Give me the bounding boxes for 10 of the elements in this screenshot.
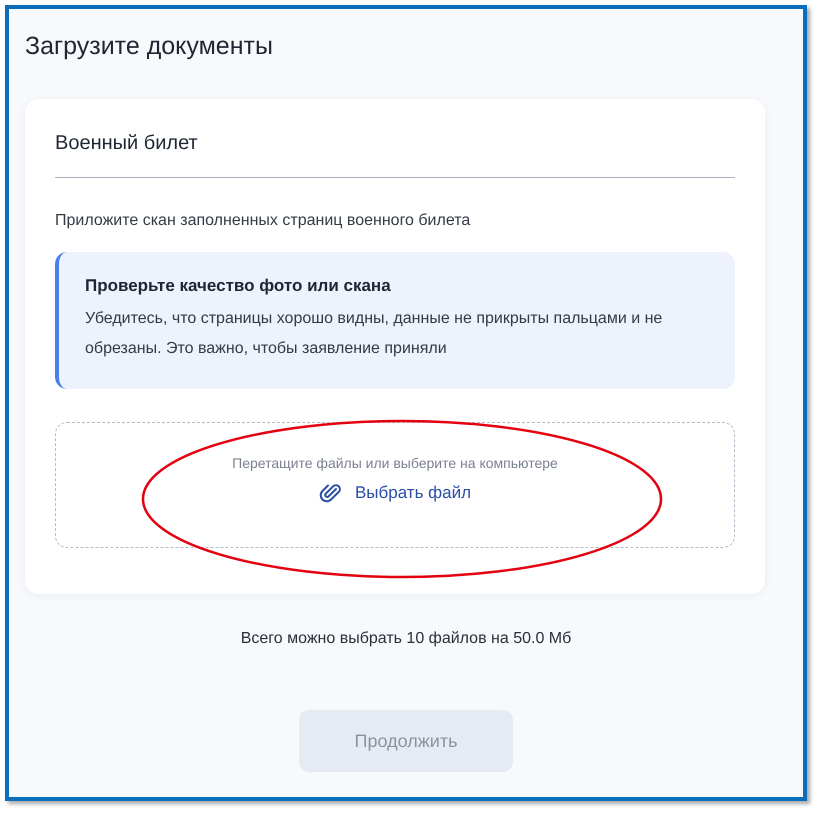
card-description: Приложите скан заполненных страниц военного билета [55,211,470,231]
notice-text: Убедитесь, что страницы хорошо видны, данные не прикрыты пальцами и не обрезаны. Это важно, чтобы заявление приняли [85,309,664,359]
dropzone-hint: Перетащите файлы или выберите на компьютере [232,454,558,473]
notice-title: Проверьте качество фото или скана [85,275,391,297]
file-limit-text: Всего можно выбрать 10 файлов на 50.0 Мб [240,629,572,649]
file-dropzone[interactable]: Перетащите файлы или выберите на компьютере Выбрать файл [55,422,735,548]
card-title: Военный билет [55,131,198,156]
page-title: Загрузите документы [25,31,273,62]
paperclip-icon [318,481,343,505]
choose-file-link[interactable]: Выбрать файл [318,481,472,505]
